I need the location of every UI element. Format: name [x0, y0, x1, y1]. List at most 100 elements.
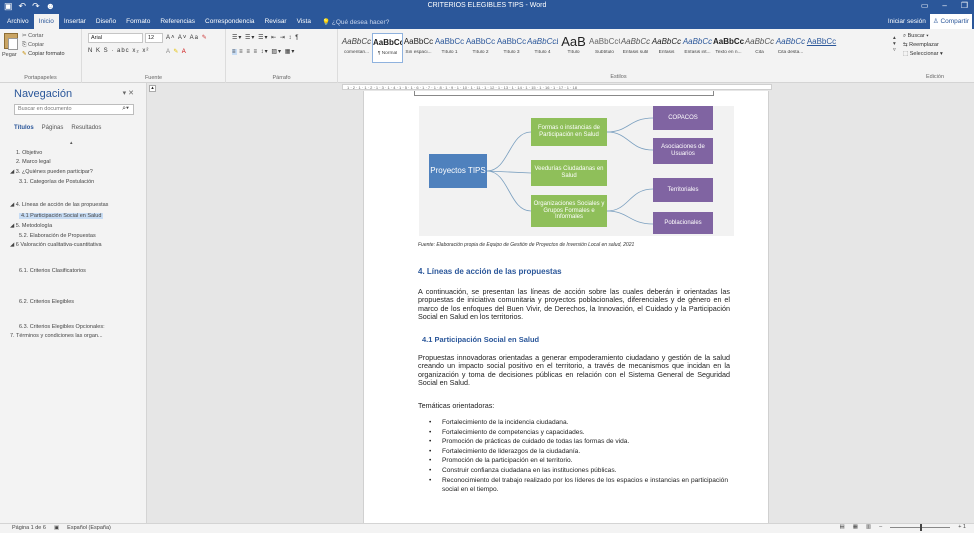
- diagram-leaf-poblacionales: Poblacionales: [653, 212, 713, 234]
- nav-tab-resultados[interactable]: Resultados: [71, 125, 101, 131]
- nav-heading-item[interactable]: 1. Objetivo: [16, 150, 42, 156]
- tab-archivo[interactable]: Archivo: [2, 14, 34, 29]
- horizontal-ruler[interactable]: 1 · 2 · 1 · 1 · 2 · 1 · 3 · 1 · 4 · 1 · …: [342, 84, 772, 90]
- font-group-label: Fuente: [144, 75, 163, 81]
- share-button[interactable]: ♙ Compartir: [929, 14, 972, 29]
- style-preview: AaB: [561, 34, 586, 49]
- font-size-select[interactable]: 12: [145, 33, 163, 43]
- nav-heading-item[interactable]: ◢ 5. Metodología: [10, 223, 52, 229]
- style-item[interactable]: AaBbCc ¶ Normal: [372, 33, 403, 63]
- font-format-row[interactable]: N K S · abc x₂ x²: [88, 48, 149, 54]
- ribbon-tab-bar: Archivo Inicio Insertar Diseño Formato Refere…: [0, 14, 974, 29]
- nav-heading-item[interactable]: ◢ 6 Valoración cualitativa-cuantitativa: [10, 242, 102, 248]
- style-item[interactable]: AaBbCc Cita: [744, 33, 775, 63]
- list-tools[interactable]: ☰▾ ☰▾ ☰▾ ⇤ ⇥ ↕ ¶: [232, 34, 299, 41]
- nav-heading-item[interactable]: 7. Términos y condiciones las organ...: [10, 333, 103, 339]
- nav-search-input[interactable]: Buscar en documento ⌕▾: [14, 104, 134, 115]
- chevron-down-icon[interactable]: ▾: [123, 90, 127, 97]
- page-count[interactable]: Página 1 de 6: [12, 525, 46, 531]
- style-item[interactable]: AaB Título: [558, 33, 589, 63]
- diagram-leaf-asociaciones: Asociaciones de Usuarios: [653, 138, 713, 164]
- style-item[interactable]: AaBbCc Énfasis sutil: [620, 33, 651, 63]
- diagram-node-formas: Formas o instancias de Participación en …: [531, 118, 607, 146]
- tell-me-search[interactable]: 💡 ¿Qué desea hacer?: [322, 18, 389, 26]
- minimize-icon[interactable]: –: [942, 1, 946, 10]
- tab-insertar[interactable]: Insertar: [59, 14, 91, 29]
- document-page[interactable]: Proyectos TIPS Formas o instancias de Pa…: [363, 91, 769, 523]
- tab-revisar[interactable]: Revisar: [260, 14, 292, 29]
- nav-heading-item[interactable]: 3.1. Categorías de Postulación: [19, 179, 94, 185]
- font-size-tools[interactable]: A˄ A˅ Aa ✎: [166, 34, 208, 41]
- connector: [606, 117, 654, 133]
- style-item[interactable]: AaBbCcD Título 4: [527, 33, 558, 63]
- alignment-tools[interactable]: ≡ ≡ ≡ ≡ ↕▾ ▨▾ ▦▾: [232, 48, 295, 55]
- style-item[interactable]: AaBbCc comentari...: [341, 33, 372, 63]
- style-item[interactable]: AaBbCc Énfasis int...: [682, 33, 713, 63]
- style-item[interactable]: AaBbCcC Subtítulo: [589, 33, 620, 63]
- read-mode-icon[interactable]: ▤: [840, 524, 845, 530]
- nav-heading-item[interactable]: 2. Marco legal: [16, 159, 51, 165]
- format-painter-button[interactable]: ✎ Copiar formato: [22, 51, 65, 57]
- tab-diseño[interactable]: Diseño: [91, 14, 121, 29]
- nav-heading-item[interactable]: 6.2. Criterios Elegibles: [19, 299, 74, 305]
- nav-heading-item[interactable]: ◢ 3. ¿Quiénes pueden participar?: [10, 169, 93, 175]
- list-item: Reconocimiento del trabajo realizado por…: [428, 476, 728, 495]
- diagram-root-node: Proyectos TIPS: [429, 154, 487, 188]
- signin-link[interactable]: Iniciar sesión: [888, 14, 926, 29]
- nav-heading-item[interactable]: 6.1. Criterios Clasificatorios: [19, 268, 86, 274]
- style-item[interactable]: AaBbCc Sin espaci...: [403, 33, 434, 63]
- nav-heading-item[interactable]: ◢ 4. Líneas de acción de las propuestas: [10, 202, 108, 208]
- proofing-icon[interactable]: ▣: [54, 525, 59, 531]
- tab-inicio[interactable]: Inicio: [33, 14, 59, 29]
- style-preview: AaBbCcD: [527, 37, 558, 46]
- style-name: Énfasis: [658, 50, 675, 55]
- cut-button[interactable]: ✂ Cortar: [22, 33, 43, 39]
- print-layout-icon[interactable]: ▦: [853, 524, 858, 530]
- close-icon[interactable]: ✕: [128, 90, 134, 97]
- nav-pane-controls[interactable]: ▾ ✕: [123, 89, 134, 97]
- style-item[interactable]: AaBbCc Título 2: [465, 33, 496, 63]
- replace-button[interactable]: ⇆ Reemplazar: [903, 42, 939, 48]
- web-layout-icon[interactable]: ▥: [866, 524, 871, 530]
- nav-scroll-toggle[interactable]: ▴: [149, 85, 156, 92]
- language-indicator[interactable]: Español (España): [67, 525, 111, 531]
- zoom-slider[interactable]: [890, 523, 951, 531]
- copy-button[interactable]: ⎘ Copiar: [22, 42, 44, 49]
- styles-scroll[interactable]: ▴ ▾ ▿: [893, 35, 896, 53]
- zoom-in-level[interactable]: + 1: [958, 524, 966, 530]
- paragraph-participacion-social: Propuestas innovadoras orientadas a gene…: [418, 353, 730, 388]
- style-item[interactable]: AaBbCc Texto en n...: [713, 33, 744, 63]
- status-bar: Página 1 de 6 ▣ Español (España) ▤ ▦ ▥ –…: [0, 523, 974, 533]
- font-name-select[interactable]: Arial: [88, 33, 143, 43]
- nav-tab-titulos[interactable]: Títulos: [14, 125, 34, 131]
- restore-icon[interactable]: ❐: [961, 1, 968, 10]
- search-icon[interactable]: ⌕▾: [122, 105, 129, 113]
- nav-heading-item[interactable]: 5.2. Elaboración de Propuestas: [19, 233, 96, 239]
- zoom-out-icon[interactable]: –: [879, 524, 882, 530]
- nav-heading-item[interactable]: 4.1 Participación Social en Salud: [19, 213, 104, 219]
- paste-icon[interactable]: [4, 33, 18, 50]
- tab-referencias[interactable]: Referencias: [155, 14, 200, 29]
- style-item[interactable]: AaBbCc: [806, 33, 837, 63]
- style-item[interactable]: AaBbCc Cita desta...: [775, 33, 806, 63]
- tab-vista[interactable]: Vista: [292, 14, 316, 29]
- replace-icon: ⇆: [903, 42, 908, 48]
- paste-button[interactable]: Pegar: [2, 52, 17, 58]
- tab-correspondencia[interactable]: Correspondencia: [200, 14, 260, 29]
- nav-tab-paginas[interactable]: Páginas: [42, 125, 64, 131]
- style-item[interactable]: AaBbCc Título 3: [496, 33, 527, 63]
- style-item[interactable]: AaBbCc Énfasis: [651, 33, 682, 63]
- style-item[interactable]: AaBbCc Título 1: [434, 33, 465, 63]
- find-button[interactable]: ⌕ Buscar ▾: [903, 33, 929, 40]
- list-item: Fortalecimiento de la incidencia ciudada…: [428, 418, 728, 428]
- tab-formato[interactable]: Formato: [121, 14, 155, 29]
- ribbon-display-icon[interactable]: ▭: [921, 1, 929, 10]
- select-button[interactable]: ⬚ Seleccionar ▾: [903, 51, 943, 57]
- navigation-pane: Navegación ▾ ✕ Buscar en documento ⌕▾ Tí…: [0, 83, 147, 523]
- font-color-tools[interactable]: A ✎ A: [166, 48, 187, 55]
- style-name: Subtítulo: [595, 50, 614, 55]
- nav-heading-item[interactable]: 6.3. Criterios Elegibles Opcionales:: [19, 324, 105, 330]
- connector: [606, 188, 654, 212]
- style-preview: AaBbCcC: [589, 37, 620, 46]
- collapse-arrow-icon[interactable]: ▴: [70, 140, 73, 146]
